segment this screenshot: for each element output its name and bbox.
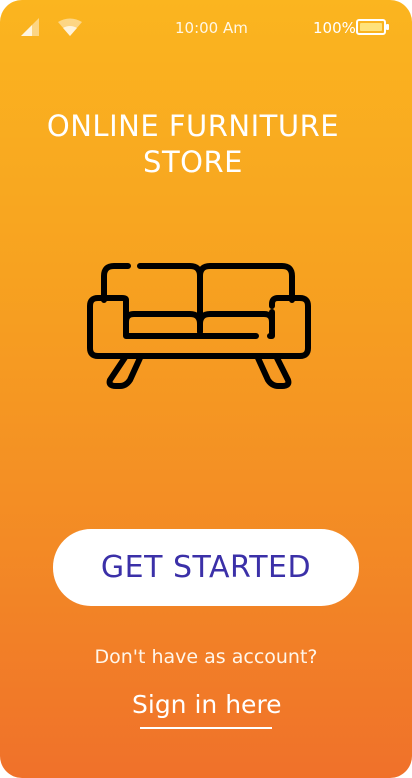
onboarding-screen: 10:00 Am 100% ONLINE FURNITURE STORE GET…	[0, 0, 412, 778]
sign-in-underline	[140, 727, 272, 729]
no-account-prompt: Don't have as account?	[94, 646, 318, 668]
wifi-icon	[58, 18, 82, 40]
status-time: 10:00 Am	[175, 19, 248, 37]
sign-in-link[interactable]: Sign in here	[132, 690, 282, 719]
battery-icon	[356, 18, 390, 40]
sofa-icon	[86, 262, 312, 394]
get-started-button[interactable]: GET STARTED	[53, 529, 359, 606]
app-title: ONLINE FURNITURE STORE	[46, 109, 340, 179]
battery-percentage: 100%	[313, 19, 356, 37]
status-bar: 10:00 Am 100%	[0, 0, 412, 56]
cellular-signal-icon	[21, 18, 41, 40]
